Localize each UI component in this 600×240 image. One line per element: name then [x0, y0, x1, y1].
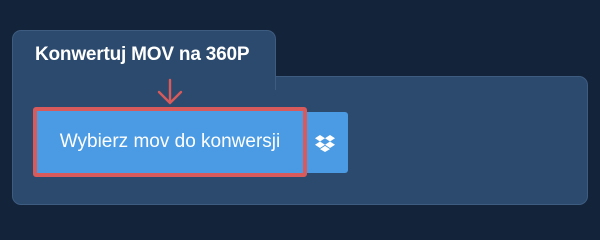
panel-title: Konwertuj MOV na 360P [35, 44, 250, 65]
converter-stage: Konwertuj MOV na 360P Wybierz mov do kon… [0, 0, 600, 230]
arrow-down-icon [157, 78, 183, 105]
upload-group: Wybierz mov do konwersji [33, 107, 348, 177]
dropbox-icon [315, 134, 335, 152]
choose-file-label: Wybierz mov do konwersji [59, 131, 281, 152]
panel-tab-join [13, 74, 275, 80]
dropbox-button[interactable] [302, 112, 348, 173]
choose-file-button[interactable]: Wybierz mov do konwersji [33, 107, 307, 177]
